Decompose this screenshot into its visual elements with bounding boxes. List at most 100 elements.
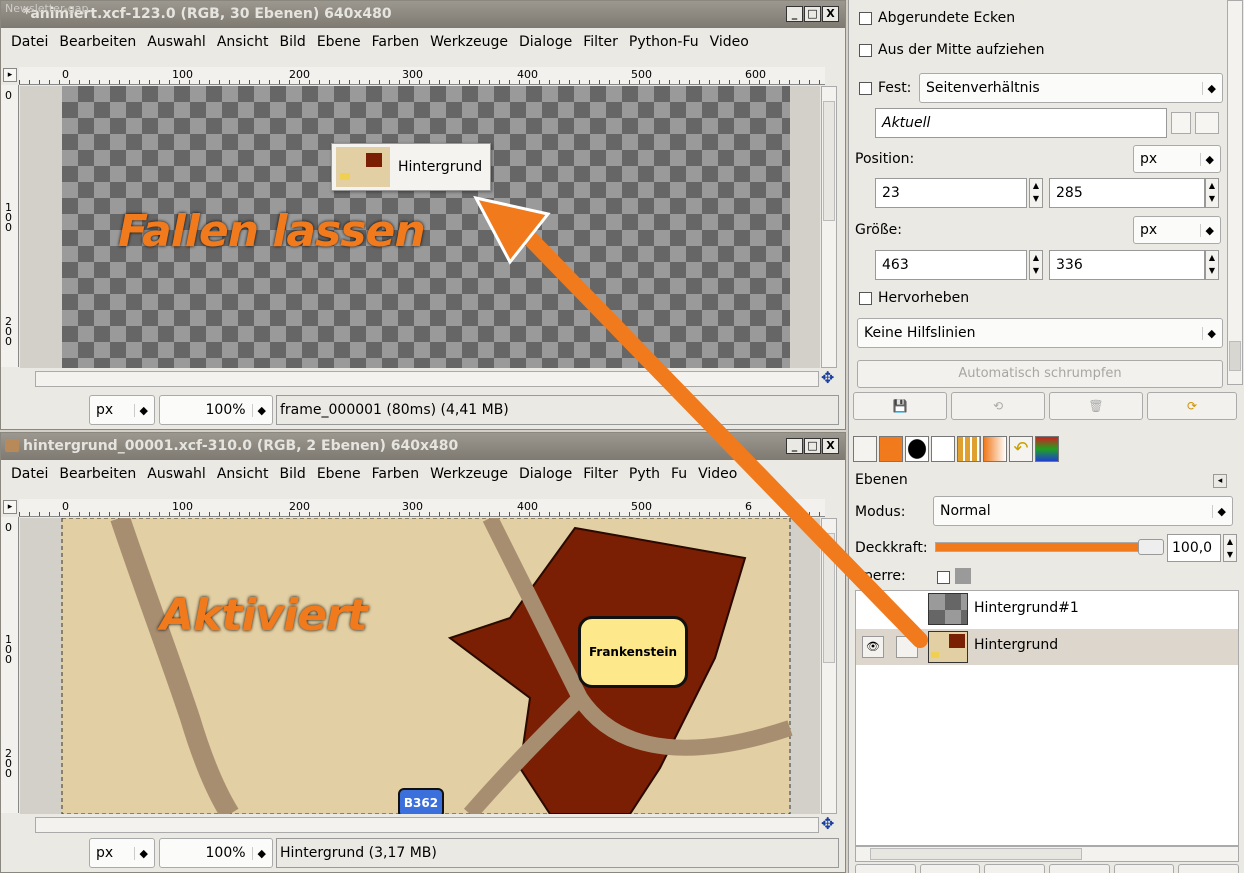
maximize-button[interactable]: □ — [804, 6, 821, 22]
checkbox[interactable] — [859, 43, 872, 57]
size-w-field[interactable]: 463 — [875, 250, 1027, 280]
menu-bild[interactable]: Bild — [280, 466, 306, 482]
unit-select[interactable]: px ◆ — [89, 838, 155, 868]
mode-select[interactable]: Normal ◆ — [933, 496, 1233, 526]
delete-options-icon[interactable]: 🗑 — [1049, 392, 1143, 420]
horizontal-scrollbar[interactable] — [35, 371, 819, 387]
menu-video[interactable]: Video — [698, 466, 737, 482]
maximize-button[interactable]: □ — [804, 438, 821, 454]
brushes-tab-icon[interactable] — [905, 436, 929, 462]
delete-layer-button[interactable] — [1178, 864, 1240, 873]
top-window-titlebar[interactable]: Newsletter-gap *animiert.xcf-123.0 (RGB,… — [1, 1, 845, 28]
opacity-spin[interactable]: ▲ ▼ — [1223, 534, 1237, 562]
vertical-ruler[interactable]: 0 100 200 — [1, 85, 19, 367]
rounded-corners-option[interactable]: Abgerundete Ecken — [859, 10, 1015, 26]
options-scrollbar[interactable] — [1227, 0, 1243, 385]
size-unit-select[interactable]: px ◆ — [1133, 216, 1221, 244]
bottom-window-titlebar[interactable]: hintergrund_00001.xcf-310.0 (RGB, 2 Eben… — [1, 433, 845, 460]
new-layer-button[interactable] — [855, 864, 916, 873]
position-x-spin[interactable]: ▲ ▼ — [1029, 178, 1043, 208]
checkbox[interactable] — [859, 81, 872, 95]
restore-options-icon[interactable]: ⟲ — [951, 392, 1045, 420]
layer-row-selected[interactable]: 👁 Hintergrund — [856, 629, 1238, 665]
chain-toggle[interactable] — [896, 636, 918, 658]
menu-farben[interactable]: Farben — [372, 466, 419, 482]
menu-dialoge[interactable]: Dialoge — [519, 34, 572, 50]
vertical-scrollbar[interactable] — [821, 86, 837, 368]
quick-mask-toggle[interactable]: ▸ — [3, 500, 17, 514]
menu-filter[interactable]: Filter — [583, 466, 618, 482]
auto-shrink-button[interactable]: Automatisch schrumpfen — [857, 360, 1223, 388]
duplicate-layer-button[interactable] — [1049, 864, 1110, 873]
opacity-slider[interactable] — [935, 539, 1164, 555]
layer-row[interactable]: Hintergrund#1 — [856, 591, 1238, 629]
menu-ebene[interactable]: Ebene — [317, 34, 361, 50]
landscape-icon[interactable] — [1195, 112, 1219, 134]
vertical-scrollbar[interactable] — [821, 518, 837, 814]
menu-bild[interactable]: Bild — [280, 34, 306, 50]
menu-ansicht[interactable]: Ansicht — [217, 34, 269, 50]
opacity-slider-handle[interactable] — [1138, 539, 1164, 555]
portrait-icon[interactable] — [1171, 112, 1191, 134]
menu-auswahl[interactable]: Auswahl — [147, 34, 206, 50]
lock-alpha-icon[interactable] — [955, 568, 971, 584]
vertical-ruler[interactable]: 0 100 200 — [1, 517, 19, 813]
minimize-button[interactable]: _ — [786, 438, 803, 454]
menu-video[interactable]: Video — [710, 34, 749, 50]
menu-werkzeuge[interactable]: Werkzeuge — [430, 34, 508, 50]
lock-pixels-checkbox[interactable] — [937, 571, 950, 584]
fixed-option[interactable]: Fest: — [859, 80, 911, 96]
menu-datei[interactable]: Datei — [11, 34, 48, 50]
size-w-spin[interactable]: ▲ ▼ — [1029, 250, 1043, 280]
menu-bearbeiten[interactable]: Bearbeiten — [59, 466, 136, 482]
menu-ebene[interactable]: Ebene — [317, 466, 361, 482]
aspect-field[interactable]: Aktuell — [875, 108, 1167, 138]
size-h-spin[interactable]: ▲ ▼ — [1205, 250, 1219, 280]
menu-python-fu-tail[interactable]: Fu — [671, 466, 687, 482]
fg-color-tab-icon[interactable] — [879, 436, 903, 462]
patterns-tab-icon[interactable] — [957, 436, 981, 462]
minimize-button[interactable]: _ — [786, 6, 803, 22]
dock-menu-icon[interactable]: ◂ — [1213, 474, 1227, 488]
zoom-select[interactable]: 100% ◆ — [159, 395, 273, 425]
opacity-field[interactable]: 100,0 — [1167, 534, 1221, 562]
unit-select[interactable]: px ◆ — [89, 395, 155, 425]
from-center-option[interactable]: Aus der Mitte aufziehen — [859, 42, 1045, 58]
highlight-option[interactable]: Hervorheben — [859, 290, 969, 306]
size-h-field[interactable]: 336 — [1049, 250, 1205, 280]
layer-name[interactable]: Hintergrund#1 — [974, 600, 1079, 616]
menu-python-fu[interactable]: Python-Fu — [629, 34, 699, 50]
undo-tab-icon[interactable]: ↶ — [1009, 436, 1033, 462]
save-options-icon[interactable]: 💾 — [853, 392, 947, 420]
menu-farben[interactable]: Farben — [372, 34, 419, 50]
position-x-field[interactable]: 23 — [875, 178, 1027, 208]
close-button[interactable]: X — [822, 438, 839, 454]
map-image[interactable] — [20, 518, 820, 814]
menu-ansicht[interactable]: Ansicht — [217, 466, 269, 482]
menu-auswahl[interactable]: Auswahl — [147, 466, 206, 482]
raise-layer-button[interactable] — [919, 864, 981, 873]
reset-options-icon[interactable]: ⟳ — [1147, 392, 1237, 420]
guides-select[interactable]: Keine Hilfslinien ◆ — [857, 318, 1223, 348]
horizontal-ruler[interactable]: 0 100 200 300 400 500 6 — [19, 499, 825, 517]
channels-tab-icon[interactable] — [1035, 436, 1059, 462]
menu-filter[interactable]: Filter — [583, 34, 618, 50]
position-y-spin[interactable]: ▲ ▼ — [1205, 178, 1219, 208]
fixed-select[interactable]: Seitenverhältnis ◆ — [919, 73, 1223, 103]
canvas-area[interactable]: Frankenstein B362 — [20, 518, 820, 814]
menu-dialoge[interactable]: Dialoge — [519, 466, 572, 482]
menu-werkzeuge[interactable]: Werkzeuge — [430, 466, 508, 482]
paths-tab-icon[interactable] — [931, 436, 955, 462]
menu-python-fu[interactable]: Pyth — [629, 466, 660, 482]
horizontal-ruler[interactable]: 0 100 200 300 400 500 600 — [19, 67, 825, 85]
layer-list-hscroll[interactable] — [855, 846, 1239, 862]
menu-bearbeiten[interactable]: Bearbeiten — [59, 34, 136, 50]
zoom-select[interactable]: 100% ◆ — [159, 838, 273, 868]
eye-icon[interactable]: 👁 — [862, 636, 884, 658]
checkbox[interactable] — [859, 291, 872, 305]
navigate-icon[interactable]: ✥ — [821, 370, 839, 386]
gradients-tab-icon[interactable] — [983, 436, 1007, 462]
layers-tab-icon[interactable] — [853, 436, 877, 462]
position-unit-select[interactable]: px ◆ — [1133, 145, 1221, 173]
close-button[interactable]: X — [822, 6, 839, 22]
